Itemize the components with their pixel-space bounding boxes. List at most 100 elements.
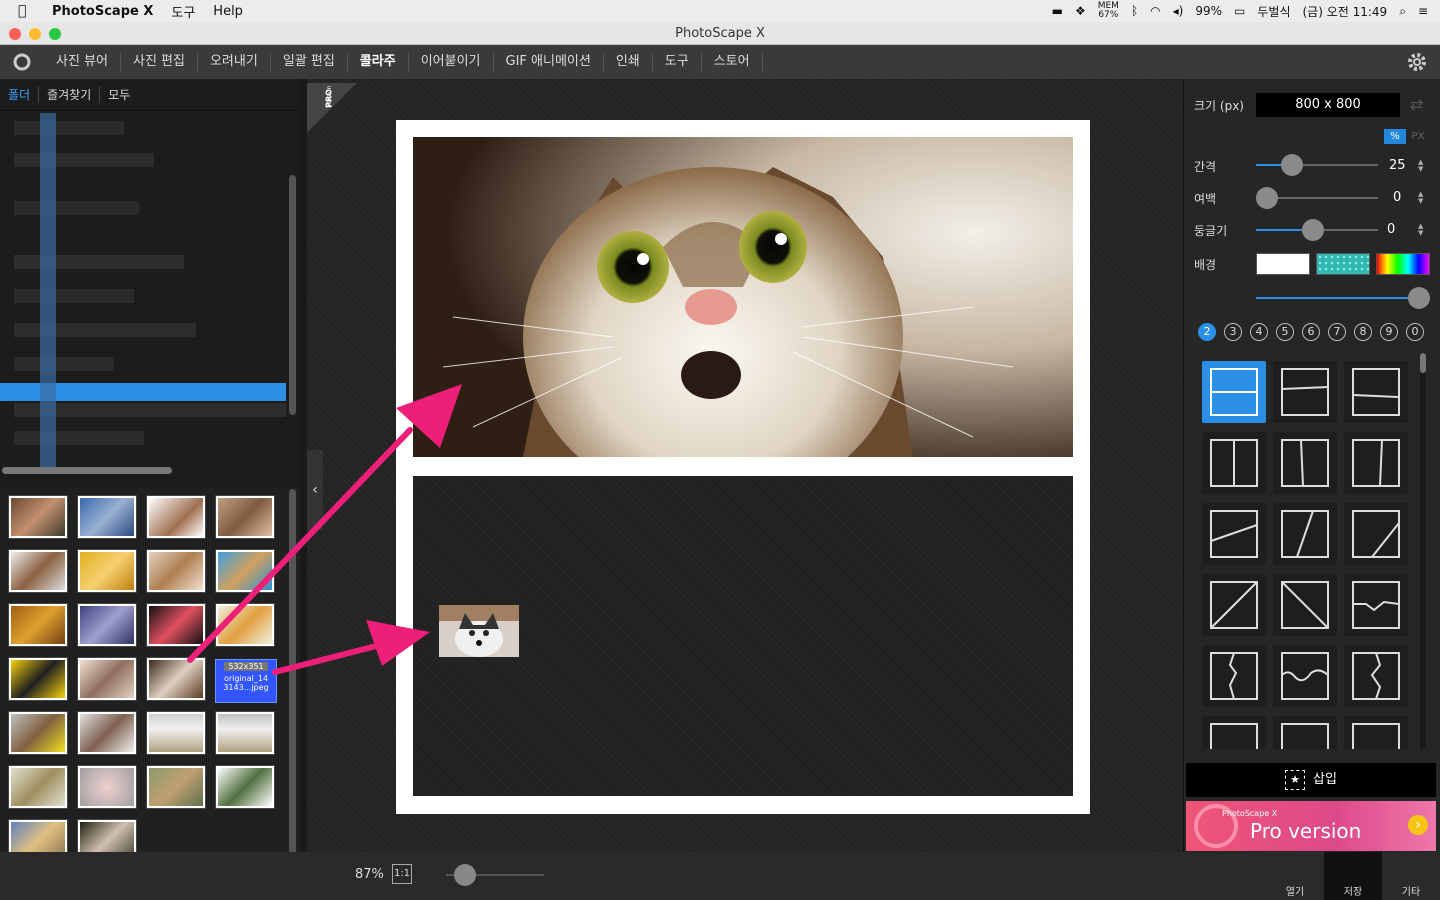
count-button-9[interactable]: 9: [1380, 323, 1398, 341]
thumbnail[interactable]: [146, 495, 206, 539]
count-button-2[interactable]: 2: [1198, 323, 1216, 341]
zoom-slider-knob[interactable]: [454, 864, 476, 886]
layout-scrollbar[interactable]: [1420, 353, 1426, 749]
count-button-3[interactable]: 3: [1224, 323, 1242, 341]
layout-option[interactable]: [1202, 574, 1266, 636]
menu-extra-icon[interactable]: ▬: [1052, 4, 1063, 18]
memory-indicator[interactable]: MEM 67%: [1098, 2, 1119, 20]
thumbnail[interactable]: [8, 549, 68, 593]
zoom-window-button[interactable]: [49, 28, 61, 40]
count-button-6[interactable]: 6: [1302, 323, 1320, 341]
layout-option[interactable]: [1344, 503, 1408, 565]
open-label[interactable]: 열기: [1275, 883, 1315, 898]
layout-option[interactable]: [1344, 716, 1408, 749]
background-swatch-pattern[interactable]: [1316, 253, 1370, 275]
spacing-slider[interactable]: [1256, 164, 1378, 166]
menu-app-name[interactable]: PhotoScape X: [52, 4, 153, 19]
layout-option[interactable]: [1273, 361, 1337, 423]
menu-help[interactable]: Help: [213, 4, 243, 19]
layout-option[interactable]: [1273, 716, 1337, 749]
tab-folder[interactable]: 폴더: [8, 86, 40, 103]
tab-photo-viewer[interactable]: 사진 뷰어: [44, 53, 121, 71]
thumbnail[interactable]: [215, 495, 275, 539]
margin-value[interactable]: 0: [1393, 190, 1401, 205]
spacing-slider-knob[interactable]: [1281, 154, 1303, 176]
dragged-photo-thumbnail[interactable]: [439, 605, 519, 657]
layout-option[interactable]: [1202, 361, 1266, 423]
spacing-stepper-icon[interactable]: ▲ ▼: [1418, 159, 1423, 173]
tab-cut-out[interactable]: 오려내기: [198, 53, 271, 71]
tab-favorites[interactable]: 즐겨찾기: [39, 86, 101, 103]
count-button-8[interactable]: 8: [1354, 323, 1372, 341]
tab-store[interactable]: 스토어: [702, 53, 763, 71]
thumbnail[interactable]: [146, 549, 206, 593]
opacity-slider-knob[interactable]: [1408, 287, 1430, 309]
thumbnail[interactable]: [146, 765, 206, 809]
layout-option[interactable]: [1344, 361, 1408, 423]
thumbnail[interactable]: [77, 549, 137, 593]
layout-option[interactable]: [1202, 645, 1266, 707]
thumbnail[interactable]: [146, 603, 206, 647]
margin-slider-knob[interactable]: [1256, 187, 1278, 209]
tab-print[interactable]: 인쇄: [604, 53, 653, 71]
collapse-left-panel-button[interactable]: ‹: [307, 450, 323, 530]
wifi-icon[interactable]: ◠: [1150, 4, 1160, 18]
layout-option[interactable]: [1202, 432, 1266, 494]
volume-icon[interactable]: ◂): [1173, 4, 1184, 18]
count-button-7[interactable]: 7: [1328, 323, 1346, 341]
layout-option[interactable]: [1344, 574, 1408, 636]
thumbnail[interactable]: [8, 603, 68, 647]
notification-center-icon[interactable]: ≡: [1418, 4, 1428, 18]
count-button-4[interactable]: 4: [1250, 323, 1268, 341]
size-input[interactable]: 800 x 800: [1256, 93, 1400, 117]
swap-size-icon[interactable]: ⇄: [1410, 95, 1423, 114]
folder-tree-vertical-scrollbar[interactable]: [289, 175, 296, 415]
thumbnail[interactable]: [8, 711, 68, 755]
tab-photo-editor[interactable]: 사진 편집: [121, 53, 198, 71]
actual-size-button[interactable]: 1:1: [392, 864, 412, 884]
spotlight-icon[interactable]: ⌕: [1399, 4, 1406, 19]
minimize-window-button[interactable]: [29, 28, 41, 40]
thumbnail[interactable]: [8, 657, 68, 701]
folder-tree-horizontal-scrollbar[interactable]: [2, 467, 172, 474]
layout-option[interactable]: [1273, 432, 1337, 494]
margin-stepper-icon[interactable]: ▲ ▼: [1418, 191, 1423, 205]
menu-tools[interactable]: 도구: [171, 2, 195, 21]
layout-option[interactable]: [1273, 503, 1337, 565]
thumbnail[interactable]: [215, 603, 275, 647]
zoom-level[interactable]: 87%: [355, 867, 384, 882]
bluetooth-icon[interactable]: ᛒ: [1131, 4, 1138, 18]
banner-arrow-icon[interactable]: ›: [1408, 815, 1428, 835]
tab-tools[interactable]: 도구: [653, 53, 702, 71]
layout-option[interactable]: [1344, 432, 1408, 494]
thumbnail[interactable]: [77, 657, 137, 701]
tab-gif[interactable]: GIF 애니메이션: [494, 53, 604, 71]
settings-gear-icon[interactable]: [1406, 51, 1428, 77]
app-logo-icon[interactable]: [0, 51, 44, 73]
clock[interactable]: (금) 오전 11:49: [1303, 3, 1388, 20]
rounded-stepper-icon[interactable]: ▲ ▼: [1418, 223, 1423, 237]
background-swatch-gradient[interactable]: [1376, 253, 1430, 275]
pro-version-badge[interactable]: PRO Version: [307, 83, 357, 133]
more-label[interactable]: 기타: [1391, 883, 1431, 898]
insert-button[interactable]: ★ 삽입: [1186, 763, 1436, 797]
spacing-value[interactable]: 25: [1389, 158, 1406, 173]
layout-option[interactable]: [1344, 645, 1408, 707]
thumbnail-scrollbar[interactable]: [289, 489, 296, 859]
save-label[interactable]: 저장: [1333, 883, 1373, 898]
unit-percent-toggle[interactable]: %: [1384, 129, 1406, 144]
folder-tree[interactable]: [0, 113, 300, 473]
count-button-0[interactable]: 0: [1406, 323, 1424, 341]
background-swatch-white[interactable]: [1256, 253, 1310, 275]
thumbnail[interactable]: [77, 495, 137, 539]
opacity-slider[interactable]: [1256, 297, 1422, 299]
selected-thumbnail[interactable]: 532x351 original_14 3143...jpeg: [215, 659, 277, 703]
battery-percent[interactable]: 99%: [1195, 4, 1222, 18]
thumbnail[interactable]: [146, 657, 206, 701]
thumbnail[interactable]: [215, 711, 275, 755]
collage-cell-top[interactable]: [413, 137, 1073, 457]
layout-option[interactable]: [1202, 716, 1266, 749]
layout-option[interactable]: [1273, 574, 1337, 636]
layout-option[interactable]: [1273, 645, 1337, 707]
thumbnail[interactable]: [8, 495, 68, 539]
